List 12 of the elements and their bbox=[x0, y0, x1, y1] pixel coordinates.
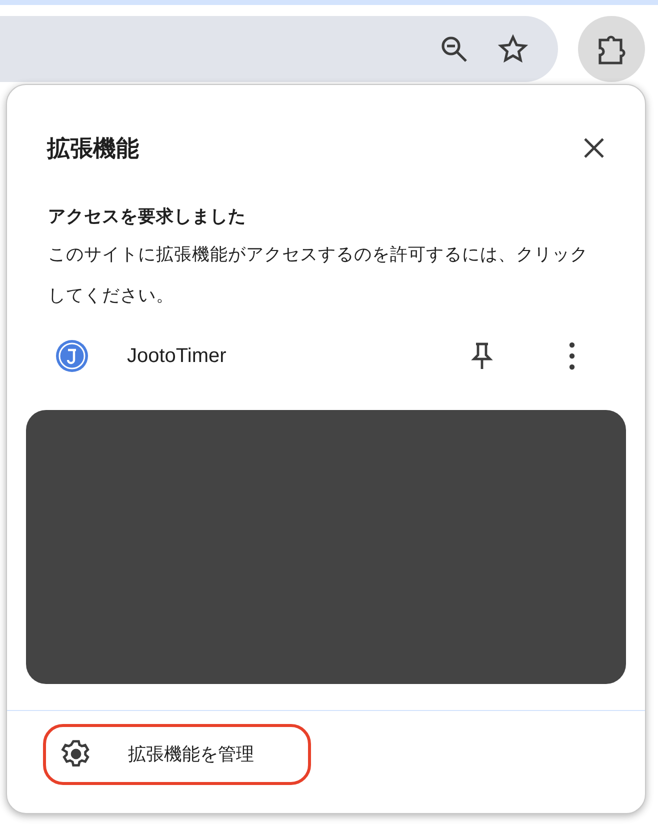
extension-logo-icon bbox=[54, 338, 90, 374]
star-icon[interactable] bbox=[498, 34, 528, 64]
message-text: このサイトに拡張機能がアクセスするのを許可するには、クリックしてください。 bbox=[48, 242, 588, 306]
close-icon[interactable] bbox=[583, 137, 605, 160]
popup-title: 拡張機能 bbox=[47, 134, 139, 163]
manage-extensions-button[interactable]: 拡張機能を管理 bbox=[43, 724, 311, 784]
message-heading: アクセスを要求しました bbox=[48, 204, 247, 228]
pin-icon[interactable] bbox=[471, 340, 493, 370]
extension-name[interactable]: JootoTimer bbox=[127, 340, 471, 370]
more-options-icon[interactable] bbox=[569, 342, 575, 370]
puzzle-icon bbox=[596, 33, 626, 65]
zoom-out-icon[interactable] bbox=[440, 35, 468, 63]
